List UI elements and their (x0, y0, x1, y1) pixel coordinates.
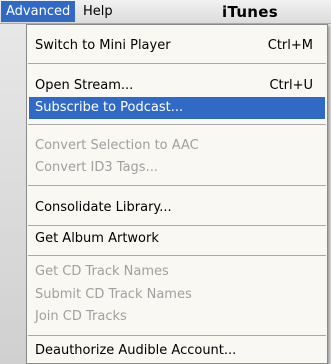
menubar-help[interactable]: Help (78, 1, 118, 22)
menu-separator (28, 255, 326, 256)
menu-item-label: Switch to Mini Player (35, 38, 171, 53)
menu-item-label: Submit CD Track Names (35, 287, 192, 302)
menu-item-label: Subscribe to Podcast... (35, 100, 184, 115)
menu-item-join-cd-tracks[interactable]: Join CD Tracks (29, 306, 325, 328)
menu-separator (28, 335, 326, 336)
menu-item-get-cd-track-names[interactable]: Get CD Track Names (29, 261, 325, 283)
menu-item-switch-to-mini-player[interactable]: Switch to Mini Player Ctrl+M (29, 35, 325, 57)
menu-item-label: Join CD Tracks (35, 309, 127, 324)
menu-separator (28, 225, 326, 226)
menubar-advanced[interactable]: Advanced (1, 1, 76, 22)
menu-item-deauthorize-audible-account[interactable]: Deauthorize Audible Account... (29, 340, 325, 362)
menu-item-shortcut: Ctrl+M (267, 38, 313, 53)
menu-item-label: Get Album Artwork (35, 231, 159, 246)
menu-separator (28, 185, 326, 186)
menu-item-label: Consolidate Library... (35, 200, 172, 215)
menu-item-label: Open Stream... (35, 78, 134, 93)
menu-item-convert-id3-tags[interactable]: Convert ID3 Tags... (29, 157, 325, 179)
menu-item-subscribe-to-podcast[interactable]: Subscribe to Podcast... (29, 97, 325, 119)
menu-item-consolidate-library[interactable]: Consolidate Library... (29, 197, 325, 219)
app-title: iTunes (222, 3, 278, 21)
menu-item-label: Convert ID3 Tags... (35, 160, 158, 175)
menu-item-get-album-artwork[interactable]: Get Album Artwork (29, 228, 325, 250)
menu-bar: Advanced Help iTunes (0, 0, 331, 24)
menu-item-shortcut: Ctrl+U (269, 78, 313, 93)
menu-item-label: Get CD Track Names (35, 264, 169, 279)
menu-item-label: Deauthorize Audible Account... (35, 343, 237, 358)
advanced-menu-dropdown: Switch to Mini Player Ctrl+M Open Stream… (26, 24, 328, 364)
menu-item-submit-cd-track-names[interactable]: Submit CD Track Names (29, 284, 325, 306)
menu-item-open-stream[interactable]: Open Stream... Ctrl+U (29, 75, 325, 97)
menu-item-label: Convert Selection to AAC (35, 138, 199, 153)
menu-separator (28, 63, 326, 64)
menu-separator (28, 124, 326, 125)
menu-item-convert-selection-to-aac[interactable]: Convert Selection to AAC (29, 135, 325, 157)
